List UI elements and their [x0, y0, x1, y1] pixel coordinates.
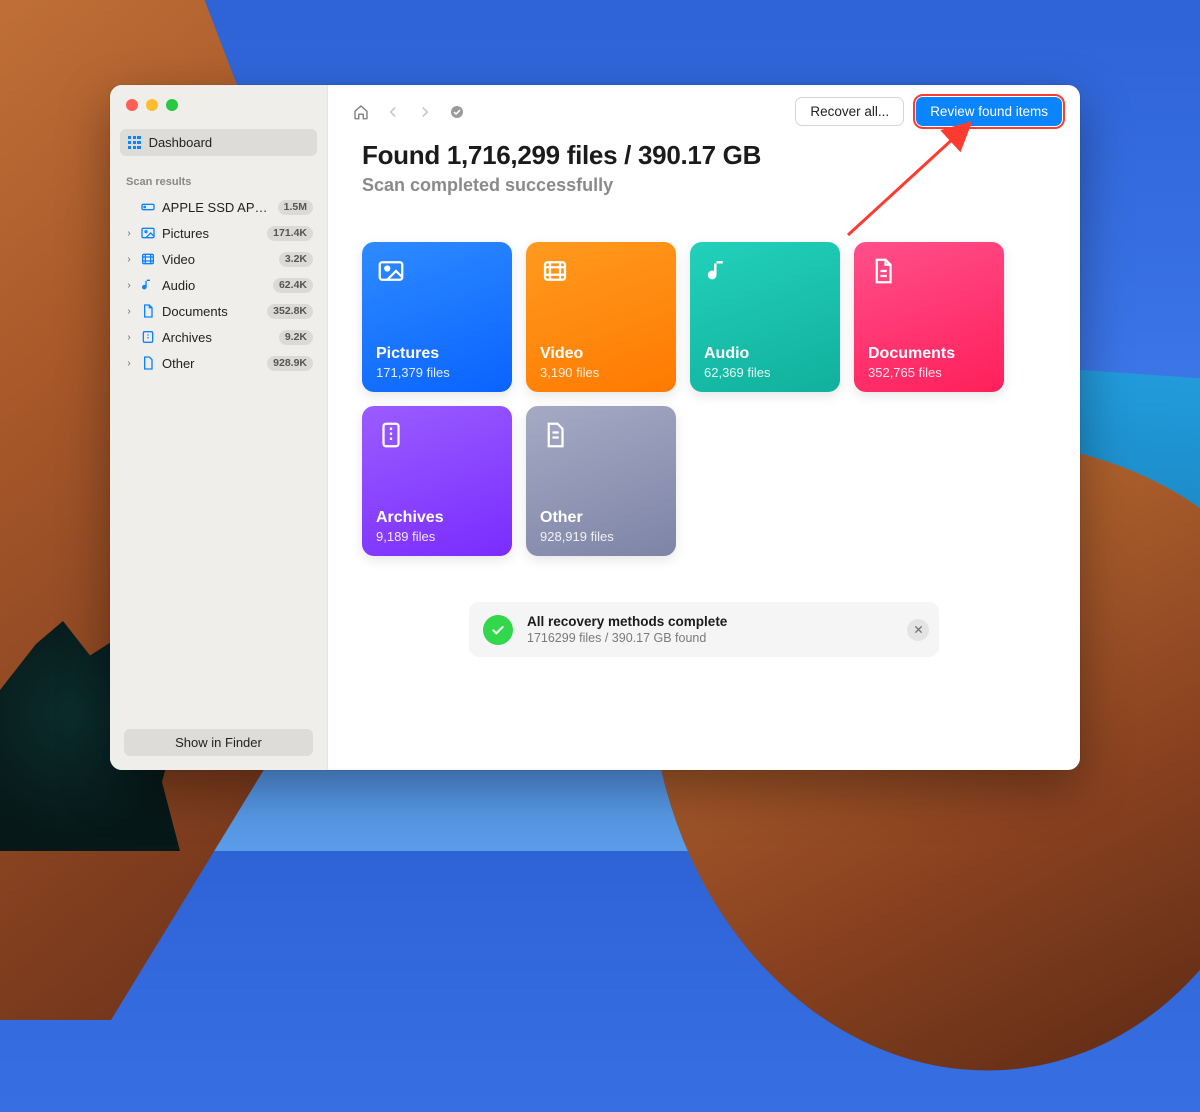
- count-badge: 62.4K: [273, 278, 313, 293]
- tile-label: Audio: [704, 345, 826, 363]
- sidebar: Dashboard Scan results APPLE SSD AP0… 1.…: [110, 85, 328, 770]
- music-note-icon: [704, 256, 826, 291]
- tile-label: Archives: [376, 509, 498, 527]
- archive-icon: [376, 420, 498, 455]
- dashboard-grid-icon: [128, 136, 141, 149]
- window-maximize-button[interactable]: [166, 99, 178, 111]
- document-icon: [868, 256, 990, 291]
- tile-label: Other: [540, 509, 662, 527]
- sidebar-item-pictures[interactable]: › Pictures 171.4K: [120, 220, 317, 246]
- category-tiles: Pictures 171,379 files Video 3,190 files: [362, 242, 1046, 556]
- chevron-right-icon: ›: [124, 358, 134, 369]
- tile-archives[interactable]: Archives 9,189 files: [362, 406, 512, 556]
- sidebar-item-label: Other: [162, 356, 261, 371]
- chevron-right-icon: ›: [124, 332, 134, 343]
- tile-count: 9,189 files: [376, 529, 498, 544]
- scan-status-icon[interactable]: [442, 99, 472, 125]
- summary-subhead: Scan completed successfully: [362, 175, 1046, 196]
- main-pane: Recover all... Review found items Found …: [328, 85, 1080, 770]
- sidebar-section-title: Scan results: [120, 156, 317, 194]
- chevron-right-icon: ›: [124, 254, 134, 265]
- count-badge: 928.9K: [267, 356, 313, 371]
- status-close-button[interactable]: [907, 619, 929, 641]
- tile-label: Video: [540, 345, 662, 363]
- count-badge: 171.4K: [267, 226, 313, 241]
- sidebar-item-label: APPLE SSD AP0…: [162, 200, 272, 215]
- status-title: All recovery methods complete: [527, 614, 727, 629]
- tile-count: 352,765 files: [868, 365, 990, 380]
- chevron-right-icon: ›: [124, 306, 134, 317]
- tile-count: 171,379 files: [376, 365, 498, 380]
- nav-forward-button[interactable]: [410, 99, 440, 125]
- hdd-icon: [140, 199, 156, 215]
- sidebar-item-dashboard[interactable]: Dashboard: [120, 129, 317, 156]
- tile-pictures[interactable]: Pictures 171,379 files: [362, 242, 512, 392]
- recover-all-button[interactable]: Recover all...: [795, 97, 904, 126]
- summary-headline: Found 1,716,299 files / 390.17 GB: [362, 140, 1046, 171]
- show-in-finder-button[interactable]: Show in Finder: [124, 729, 313, 756]
- tile-count: 928,919 files: [540, 529, 662, 544]
- sidebar-item-documents[interactable]: › Documents 352.8K: [120, 298, 317, 324]
- tile-count: 62,369 files: [704, 365, 826, 380]
- sidebar-item-archives[interactable]: › Archives 9.2K: [120, 324, 317, 350]
- review-found-items-button[interactable]: Review found items: [916, 97, 1062, 126]
- file-icon: [540, 420, 662, 455]
- file-icon: [140, 355, 156, 371]
- film-icon: [540, 256, 662, 291]
- sidebar-item-label: Documents: [162, 304, 261, 319]
- window-close-button[interactable]: [126, 99, 138, 111]
- document-icon: [140, 303, 156, 319]
- count-badge: 3.2K: [279, 252, 313, 267]
- tile-label: Documents: [868, 345, 990, 363]
- window-minimize-button[interactable]: [146, 99, 158, 111]
- archive-icon: [140, 329, 156, 345]
- sidebar-item-label: Archives: [162, 330, 273, 345]
- sidebar-item-other[interactable]: › Other 928.9K: [120, 350, 317, 376]
- chevron-right-icon: ›: [124, 228, 134, 239]
- count-badge: 352.8K: [267, 304, 313, 319]
- picture-icon: [140, 225, 156, 241]
- app-window: Dashboard Scan results APPLE SSD AP0… 1.…: [110, 85, 1080, 770]
- tile-audio[interactable]: Audio 62,369 files: [690, 242, 840, 392]
- count-badge: 9.2K: [279, 330, 313, 345]
- status-detail: 1716299 files / 390.17 GB found: [527, 631, 727, 645]
- count-badge: 1.5M: [278, 200, 313, 215]
- sidebar-item-video[interactable]: › Video 3.2K: [120, 246, 317, 272]
- sidebar-item-drive[interactable]: APPLE SSD AP0… 1.5M: [120, 194, 317, 220]
- sidebar-item-audio[interactable]: › Audio 62.4K: [120, 272, 317, 298]
- sidebar-item-label: Video: [162, 252, 273, 267]
- chevron-right-icon: ›: [124, 280, 134, 291]
- picture-icon: [376, 256, 498, 291]
- sidebar-item-label: Pictures: [162, 226, 261, 241]
- tile-other[interactable]: Other 928,919 files: [526, 406, 676, 556]
- content-area: Found 1,716,299 files / 390.17 GB Scan c…: [328, 136, 1080, 770]
- tile-video[interactable]: Video 3,190 files: [526, 242, 676, 392]
- toolbar: Recover all... Review found items: [328, 85, 1080, 136]
- check-circle-icon: [483, 615, 513, 645]
- music-note-icon: [140, 277, 156, 293]
- home-button[interactable]: [346, 99, 376, 125]
- window-traffic-lights: [110, 85, 327, 129]
- sidebar-item-label: Dashboard: [149, 135, 213, 150]
- film-icon: [140, 251, 156, 267]
- nav-back-button[interactable]: [378, 99, 408, 125]
- tile-documents[interactable]: Documents 352,765 files: [854, 242, 1004, 392]
- tile-count: 3,190 files: [540, 365, 662, 380]
- sidebar-item-label: Audio: [162, 278, 267, 293]
- status-card: All recovery methods complete 1716299 fi…: [469, 602, 939, 657]
- tile-label: Pictures: [376, 345, 498, 363]
